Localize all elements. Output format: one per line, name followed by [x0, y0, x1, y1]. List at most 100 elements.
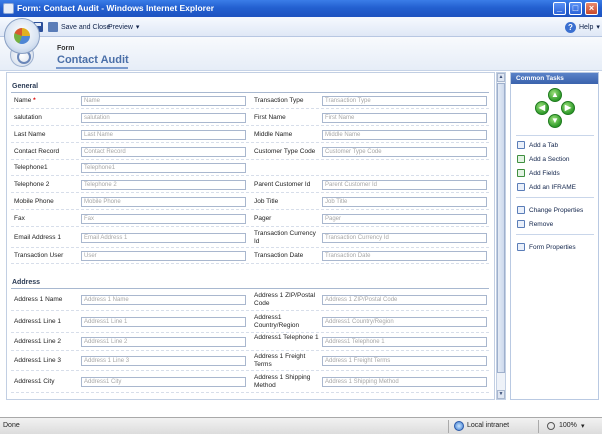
row-divider [11, 108, 489, 109]
form-field[interactable]: Name [81, 96, 246, 106]
form-field[interactable]: Address 1 Name [81, 295, 246, 305]
add-fields-task[interactable]: Add Fields [517, 168, 560, 178]
move-left-arrow-icon[interactable]: ◀ [535, 101, 549, 115]
field-label: Address1 Line 3 [14, 357, 76, 365]
common-tasks-panel: Common Tasks ▲ ◀ ▶ ▼ Add a Tab Add a Sec… [510, 72, 599, 400]
form-field[interactable]: Parent Customer Id [322, 180, 487, 190]
form-field[interactable]: Telephone 2 [81, 180, 246, 190]
form-field[interactable]: Address 1 Shipping Method [322, 377, 487, 387]
form-field[interactable]: Middle Name [322, 130, 487, 140]
section-divider [11, 288, 489, 289]
add-section-task[interactable]: Add a Section [517, 154, 569, 164]
field-label-text: Telephone 2 [14, 181, 50, 188]
add-fields-icon [517, 169, 525, 177]
add-tab-icon [517, 141, 525, 149]
form-field[interactable]: Transaction Currency Id [322, 233, 487, 243]
field-label: Last Name [14, 131, 76, 139]
form-field[interactable]: Customer Type Code [322, 147, 487, 157]
save-and-close-button[interactable]: Save and Close [48, 20, 110, 34]
section-title-general: General [12, 83, 39, 90]
form-field[interactable]: User [81, 251, 246, 261]
chevron-down-icon[interactable]: ▾ [581, 422, 585, 430]
change-properties-label: Change Properties [529, 206, 584, 214]
row-divider [11, 332, 489, 333]
form-field[interactable]: Mobile Phone [81, 197, 246, 207]
row-divider [11, 175, 489, 176]
form-field[interactable]: Transaction Date [322, 251, 487, 261]
field-label: Parent Customer Id [254, 181, 311, 188]
form-field[interactable]: Address 1 ZIP/Postal Code [322, 295, 487, 305]
form-field[interactable]: Email Address 1 [81, 233, 246, 243]
remove-label: Remove [529, 220, 554, 228]
vertical-scrollbar[interactable]: ▲ ▼ [496, 72, 506, 400]
field-label-text: Telephone1 [14, 164, 48, 171]
form-field[interactable]: Last Name [81, 130, 246, 140]
preview-menu[interactable]: Preview ▾ [108, 20, 139, 34]
field-label: Customer Type Code [254, 148, 316, 155]
field-label: Telephone1 [14, 164, 76, 172]
field-label: Address 1 ZIP/Postal Code [254, 292, 316, 307]
title-bar: Form: Contact Audit - Windows Internet E… [0, 0, 602, 17]
form-properties-task[interactable]: Form Properties [517, 242, 576, 252]
form-field[interactable]: First Name [322, 113, 487, 123]
move-down-arrow-icon[interactable]: ▼ [548, 114, 562, 128]
close-button[interactable]: × [585, 2, 598, 15]
zoom-level[interactable]: 100% [559, 422, 577, 429]
maximize-button[interactable]: □ [569, 2, 582, 15]
form-field[interactable]: Telephone1 [81, 163, 246, 173]
form-field[interactable]: Fax [81, 214, 246, 224]
form-field[interactable]: Address1 Country/Region [322, 317, 487, 327]
form-field[interactable]: Address 1 Line 3 [81, 356, 246, 366]
form-field[interactable]: salutation [81, 113, 246, 123]
scroll-up-button[interactable]: ▲ [497, 73, 505, 82]
row-divider [11, 392, 489, 393]
form-field[interactable]: Transaction Type [322, 96, 487, 106]
add-iframe-task[interactable]: Add an IFRAME [517, 182, 576, 192]
field-label: Name * [14, 97, 76, 105]
field-label: Address 1 Shipping Method [254, 374, 311, 389]
crm-logo-orb [4, 18, 40, 54]
form-field[interactable]: Job Title [322, 197, 487, 207]
move-right-arrow-icon[interactable]: ▶ [561, 101, 575, 115]
field-label: Address 1 Freight Terms [254, 353, 306, 368]
field-label: Middle Name [254, 131, 293, 138]
security-zone[interactable]: Local intranet [467, 422, 509, 429]
ie-app-icon [3, 3, 14, 14]
required-marker: * [33, 97, 36, 104]
form-field[interactable]: Pager [322, 214, 487, 224]
form-field[interactable]: Address1 City [81, 377, 246, 387]
field-label-text: Contact Record [14, 148, 60, 155]
help-menu[interactable]: ? Help ▾ [565, 20, 600, 34]
move-up-arrow-icon[interactable]: ▲ [548, 88, 562, 102]
status-separator [448, 420, 449, 433]
scroll-thumb[interactable] [497, 83, 505, 373]
row-divider [11, 192, 489, 193]
row-divider [11, 125, 489, 126]
field-label-text: Name [14, 97, 32, 104]
field-label-text: Address1 City [14, 378, 55, 385]
form-field[interactable]: Address 1 Freight Terms [322, 356, 487, 366]
form-field[interactable]: Address1 Line 2 [81, 337, 246, 347]
form-field[interactable]: Address1 Line 1 [81, 317, 246, 327]
add-tab-task[interactable]: Add a Tab [517, 140, 558, 150]
field-label: First Name [254, 114, 286, 121]
remove-task[interactable]: Remove [517, 219, 553, 229]
change-properties-task[interactable]: Change Properties [517, 205, 583, 215]
field-label: salutation [14, 114, 76, 122]
row-divider [11, 263, 489, 264]
scroll-down-button[interactable]: ▼ [497, 390, 505, 399]
properties-icon [517, 206, 525, 214]
form-field[interactable]: Address1 Telephone 1 [322, 337, 487, 347]
field-label: Address1 Country/Region [254, 314, 300, 329]
remove-icon [517, 220, 525, 228]
status-text: Done [3, 422, 20, 429]
field-label: Telephone 2 [14, 181, 76, 189]
field-label: Mobile Phone [14, 198, 76, 206]
add-section-label: Add a Section [529, 155, 570, 163]
zoom-magnifier-icon [547, 422, 555, 430]
minimize-button[interactable]: _ [553, 2, 566, 15]
row-divider [11, 142, 489, 143]
form-field[interactable]: Contact Record [81, 147, 246, 157]
field-label-text: Address 1 Name [14, 296, 63, 303]
field-label-text: salutation [14, 114, 42, 121]
